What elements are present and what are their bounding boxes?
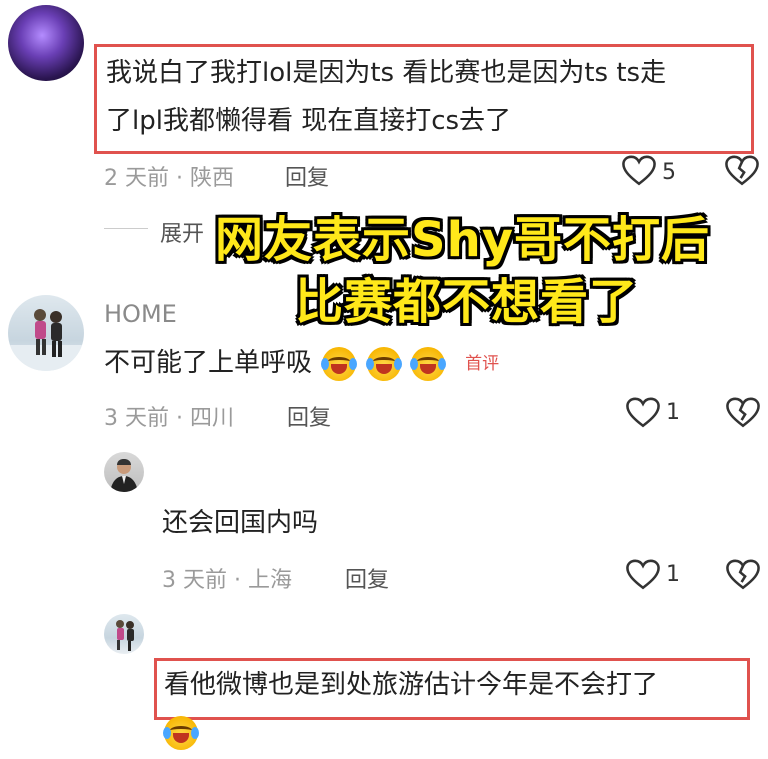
laughing-crying-emoji <box>321 346 358 381</box>
reply-button[interactable]: 回复 <box>345 562 389 594</box>
skaters-image <box>8 309 84 371</box>
reply-text: 看他微博也是到处旅游估计今年是不会打了 <box>164 670 659 700</box>
like-count: 1 <box>666 400 680 425</box>
avatar[interactable] <box>104 614 144 654</box>
avatar[interactable] <box>8 5 84 81</box>
overlay-caption-line2: 比赛都不想看了 <box>295 274 639 330</box>
comment-meta: 3 天前 · 四川 <box>104 406 234 431</box>
comment-text-line1: 我说白了我打lol是因为ts 看比赛也是因为ts ts走 <box>106 58 667 88</box>
divider-line <box>104 228 148 229</box>
broken-heart-icon[interactable] <box>726 397 760 429</box>
comment-text-content: 不可能了上单呼吸 <box>104 348 313 378</box>
like-count: 1 <box>666 562 680 587</box>
avatar[interactable] <box>8 295 84 371</box>
heart-outline-icon[interactable] <box>626 397 660 429</box>
broken-heart-icon[interactable] <box>725 155 759 187</box>
laughing-crying-emoji <box>409 346 446 381</box>
reply-button[interactable]: 回复 <box>287 400 331 432</box>
reply-text: 还会回国内吗 <box>162 508 319 538</box>
expand-replies-link[interactable]: 展开 <box>160 216 204 248</box>
laughing-crying-emoji <box>365 346 402 381</box>
broken-heart-icon[interactable] <box>726 559 760 591</box>
first-comment-badge: 首评 <box>465 353 500 374</box>
heart-outline-icon[interactable] <box>622 155 656 187</box>
comment-meta: 2 天前 · 陕西 <box>104 166 234 191</box>
like-count: 5 <box>662 160 676 185</box>
man-portrait-image <box>110 459 138 492</box>
reply-emoji-line <box>162 716 199 750</box>
comment-meta: 3 天前 · 上海 <box>162 568 292 593</box>
heart-outline-icon[interactable] <box>626 559 660 591</box>
comment-text-line2: 了lpl我都懒得看 现在直接打cs去了 <box>106 106 512 136</box>
skaters-image <box>116 620 134 651</box>
reply-button[interactable]: 回复 <box>285 160 329 192</box>
overlay-caption-line1: 网友表示Shy哥不打后 <box>215 212 711 268</box>
laughing-crying-emoji <box>163 716 199 750</box>
username[interactable]: HOME <box>104 300 177 328</box>
avatar[interactable] <box>104 452 144 492</box>
comment-text: 不可能了上单呼吸 首评 <box>104 340 499 387</box>
